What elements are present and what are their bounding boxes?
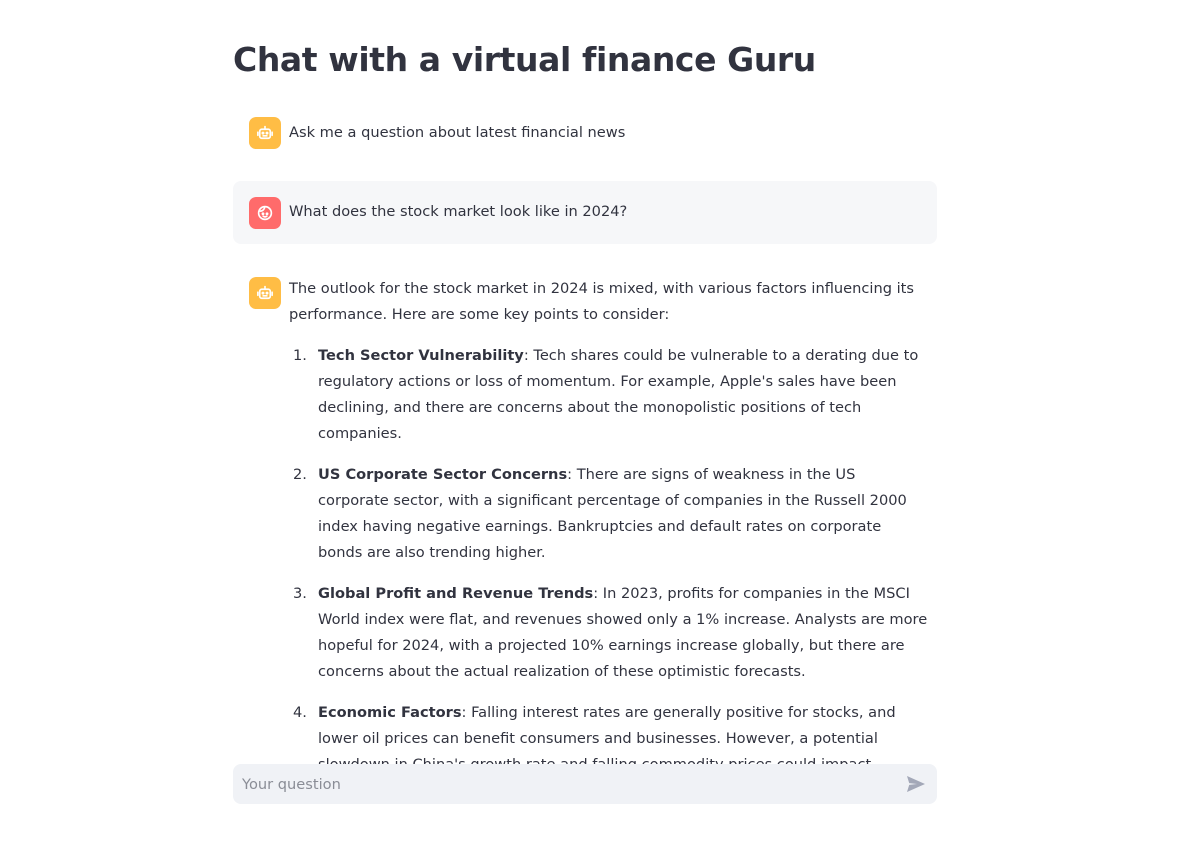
list-item-heading: Tech Sector Vulnerability [318,347,524,364]
list-item-number: 3. [293,585,307,602]
list-item: 1. Tech Sector Vulnerability: Tech share… [289,343,929,447]
list-item-number: 4. [293,704,307,721]
answer-intro: The outlook for the stock market in 2024… [289,280,915,323]
list-item: 2. US Corporate Sector Concerns: There a… [289,462,929,566]
assistant-avatar [249,277,281,309]
list-item-number: 1. [293,347,307,364]
chat-message-assistant: Ask me a question about latest financial… [233,108,937,158]
assistant-avatar [249,117,281,149]
list-item-number: 2. [293,466,307,483]
message-text: What does the stock market look like in … [289,203,628,220]
answer-points-list: 1. Tech Sector Vulnerability: Tech share… [289,343,929,804]
send-button[interactable] [905,773,927,795]
chat-input[interactable] [233,764,883,804]
chat-input-bar [233,764,937,804]
send-icon [907,776,925,792]
robot-icon [257,125,273,140]
robot-icon [257,285,273,300]
chat-message-assistant: The outlook for the stock market in 2024… [233,266,937,799]
list-item-heading: Economic Factors [318,704,462,721]
message-text: Ask me a question about latest financial… [289,124,626,141]
face-icon [257,205,273,221]
chat-message-user: What does the stock market look like in … [233,181,937,244]
list-item-heading: US Corporate Sector Concerns [318,466,568,483]
list-item-heading: Global Profit and Revenue Trends [318,585,594,602]
list-item: 3. Global Profit and Revenue Trends: In … [289,581,929,685]
message-body: The outlook for the stock market in 2024… [289,276,929,804]
user-avatar [249,197,281,229]
page-title: Chat with a virtual finance Guru [233,40,816,79]
